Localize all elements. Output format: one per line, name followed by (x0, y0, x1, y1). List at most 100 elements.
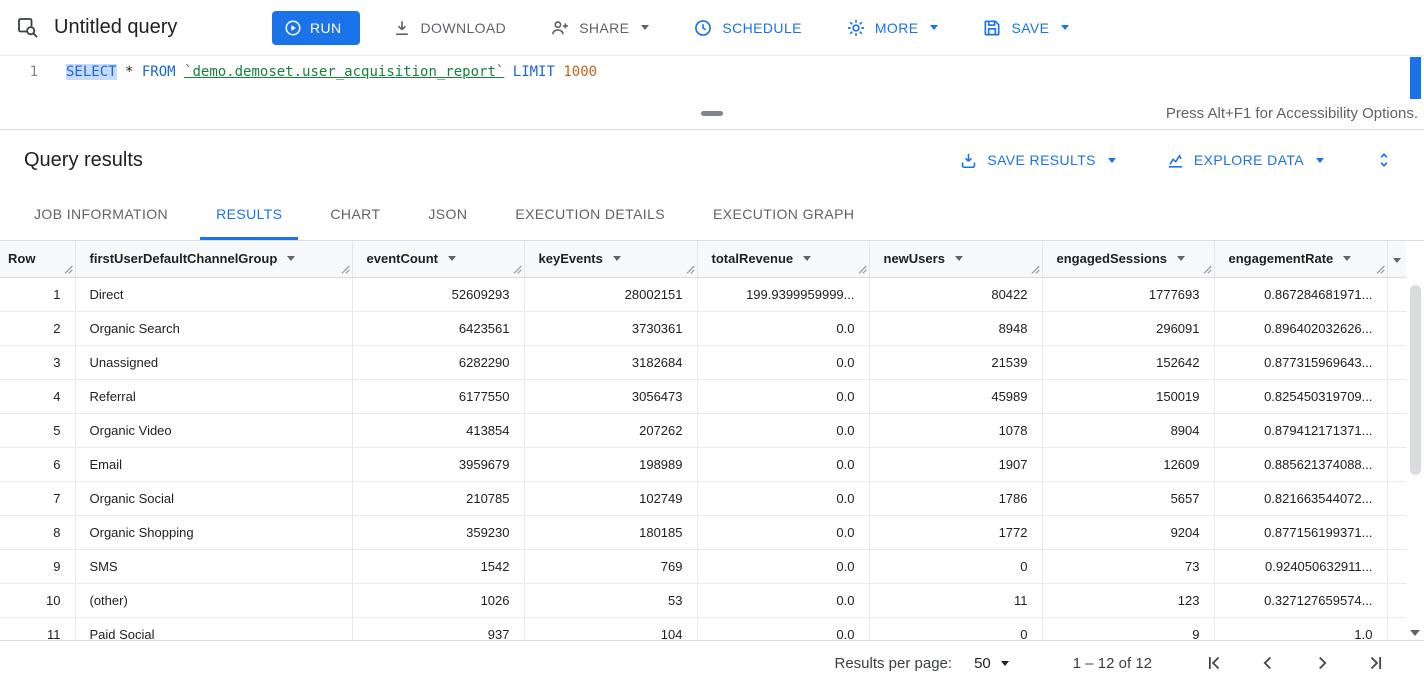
table-cell: 0.0 (697, 617, 869, 640)
schedule-button[interactable]: SCHEDULE (679, 10, 815, 46)
partial-table-cell (1387, 277, 1406, 311)
page-size-select[interactable]: 50 (974, 655, 1009, 672)
editor-scrollbar-thumb[interactable] (1410, 57, 1421, 99)
tab-results[interactable]: RESULTS (200, 190, 298, 240)
table-cell: Organic Shopping (75, 515, 352, 549)
table-cell: 152642 (1042, 345, 1214, 379)
table-cell: 0.0 (697, 447, 869, 481)
chevron-right-icon (1311, 652, 1333, 674)
column-resize-handle[interactable] (1203, 265, 1212, 274)
editor-divider-row: Press Alt+F1 for Accessibility Options. (0, 104, 1424, 130)
explore-data-button[interactable]: EXPLORE DATA (1156, 145, 1334, 176)
tab-chart[interactable]: CHART (314, 190, 396, 240)
column-header-keyevents[interactable]: keyEvents (524, 241, 697, 277)
tab-json[interactable]: JSON (412, 190, 483, 240)
gear-icon (846, 18, 866, 38)
prev-page-button[interactable] (1248, 645, 1288, 681)
row-number-cell: 10 (0, 583, 75, 617)
table-cell: 180185 (524, 515, 697, 549)
column-header-engagedsessions[interactable]: engagedSessions (1042, 241, 1214, 277)
row-number-cell: 3 (0, 345, 75, 379)
table-cell: 0.0 (697, 311, 869, 345)
run-label: RUN (310, 20, 342, 36)
table-row: 7Organic Social2107851027490.0178656570.… (0, 481, 1406, 515)
table-cell: 0.825450319709... (1214, 379, 1387, 413)
sort-menu-icon[interactable] (613, 256, 621, 261)
scrollbar-down-arrow-icon[interactable] (1410, 630, 1420, 636)
share-button[interactable]: SHARE (536, 10, 663, 46)
table-cell: 0 (869, 617, 1042, 640)
sort-menu-icon[interactable] (803, 256, 811, 261)
accessibility-hint: Press Alt+F1 for Accessibility Options. (1166, 105, 1418, 122)
table-cell: 0.877156199371... (1214, 515, 1387, 549)
download-button[interactable]: DOWNLOAD (378, 10, 521, 46)
column-header-eventcount[interactable]: eventCount (352, 241, 524, 277)
results-table-viewport[interactable]: RowfirstUserDefaultChannelGroupeventCoun… (0, 241, 1406, 640)
table-cell: 199.9399959999... (697, 277, 869, 311)
table-cell: 3959679 (352, 447, 524, 481)
table-cell: Email (75, 447, 352, 481)
tab-execution-graph[interactable]: EXECUTION GRAPH (697, 190, 870, 240)
space (176, 64, 184, 80)
sort-menu-icon[interactable] (1343, 256, 1351, 261)
table-cell: 0.0 (697, 583, 869, 617)
row-number-cell: 8 (0, 515, 75, 549)
tab-job-information[interactable]: JOB INFORMATION (18, 190, 184, 240)
more-button[interactable]: MORE (832, 10, 953, 46)
table-cell: 3182684 (524, 345, 697, 379)
column-header-engagementrate[interactable]: engagementRate (1214, 241, 1387, 277)
table-cell: 210785 (352, 481, 524, 515)
table-cell: 123 (1042, 583, 1214, 617)
table-cell: 150019 (1042, 379, 1214, 413)
table-cell: 12609 (1042, 447, 1214, 481)
column-resize-handle[interactable] (686, 265, 695, 274)
sql-editor[interactable]: 1 SELECT * FROM `demo.demoset.user_acqui… (0, 56, 1424, 104)
panel-resize-handle[interactable] (701, 111, 723, 116)
results-tabs: JOB INFORMATION RESULTS CHART JSON EXECUTION… (0, 190, 1424, 241)
column-resize-handle[interactable] (513, 265, 522, 274)
table-cell: 207262 (524, 413, 697, 447)
last-page-button[interactable] (1356, 645, 1396, 681)
next-page-button[interactable] (1302, 645, 1342, 681)
results-actions: SAVE RESULTS EXPLORE DATA (949, 144, 1400, 176)
table-scrollbar-thumb[interactable] (1410, 285, 1421, 475)
partial-table-cell (1387, 379, 1406, 413)
save-button[interactable]: SAVE (968, 10, 1083, 46)
column-resize-handle[interactable] (64, 265, 73, 274)
table-row: 9SMS15427690.00730.924050632911... (0, 549, 1406, 583)
sort-menu-icon (1393, 258, 1401, 263)
column-resize-handle[interactable] (1376, 265, 1385, 274)
table-row: 2Organic Search642356137303610.089482960… (0, 311, 1406, 345)
number-literal: 1000 (563, 64, 597, 80)
first-page-button[interactable] (1194, 645, 1234, 681)
table-scrollbar[interactable] (1406, 241, 1424, 640)
download-icon (392, 18, 412, 38)
sort-menu-icon[interactable] (287, 256, 295, 261)
table-reference-link[interactable]: `demo.demoset.user_acquisition_report` (184, 64, 504, 80)
page-size-value: 50 (974, 655, 991, 672)
more-dropdown-icon (930, 25, 938, 30)
results-table-area: RowfirstUserDefaultChannelGroupeventCoun… (0, 241, 1424, 640)
expand-results-button[interactable] (1368, 144, 1400, 176)
column-label: newUsers (884, 251, 945, 266)
pagination-bar: Results per page: 50 1 – 12 of 12 (0, 640, 1424, 685)
sort-menu-icon[interactable] (448, 256, 456, 261)
sort-menu-icon[interactable] (1177, 256, 1185, 261)
table-cell: 52609293 (352, 277, 524, 311)
column-header-newusers[interactable]: newUsers (869, 241, 1042, 277)
column-header-firstuserdefaultchannelgroup[interactable]: firstUserDefaultChannelGroup (75, 241, 352, 277)
run-button[interactable]: RUN (272, 11, 360, 45)
table-cell: 0.0 (697, 345, 869, 379)
save-alt-icon (959, 151, 978, 170)
column-header-totalrevenue[interactable]: totalRevenue (697, 241, 869, 277)
column-label: keyEvents (539, 251, 603, 266)
table-cell: Referral (75, 379, 352, 413)
save-results-button[interactable]: SAVE RESULTS (949, 145, 1126, 176)
tab-execution-details[interactable]: EXECUTION DETAILS (499, 190, 681, 240)
column-resize-handle[interactable] (341, 265, 350, 274)
column-resize-handle[interactable] (1031, 265, 1040, 274)
column-resize-handle[interactable] (858, 265, 867, 274)
partial-table-cell (1387, 617, 1406, 640)
sort-menu-icon[interactable] (955, 256, 963, 261)
code-line[interactable]: SELECT * FROM `demo.demoset.user_acquisi… (56, 60, 597, 104)
